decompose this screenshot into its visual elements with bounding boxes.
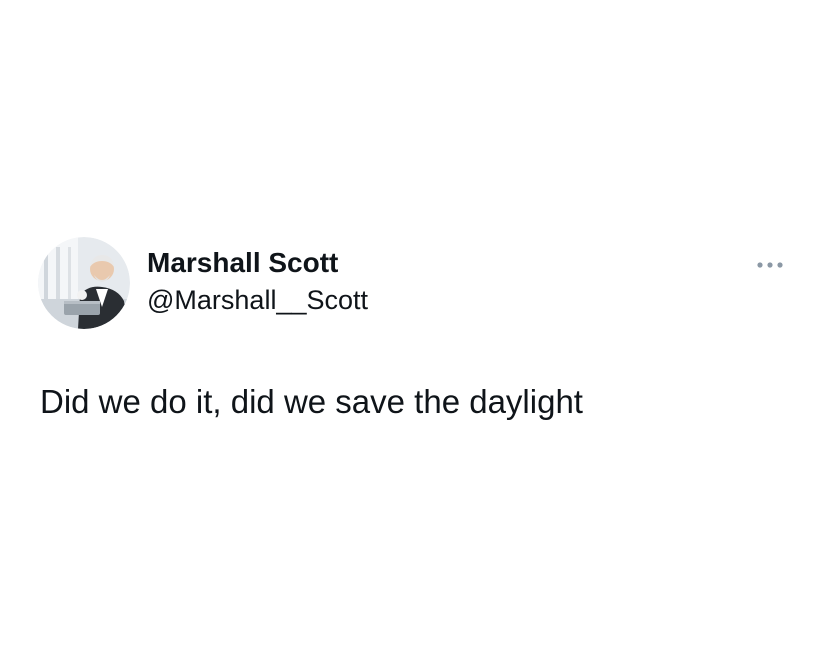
more-options-button[interactable] [748,250,792,280]
page: Marshall Scott @Marshall__Scott Did we d… [0,0,828,650]
avatar[interactable] [38,237,130,329]
tweet-text: Did we do it, did we save the daylight [40,383,583,420]
tweet: Marshall Scott @Marshall__Scott Did we d… [0,0,828,650]
tweet-author: Marshall Scott @Marshall__Scott [147,245,368,317]
avatar-image [38,237,130,329]
author-display-name[interactable]: Marshall Scott [147,245,368,281]
more-horizontal-icon [757,262,783,268]
author-handle[interactable]: @Marshall__Scott [147,283,368,317]
